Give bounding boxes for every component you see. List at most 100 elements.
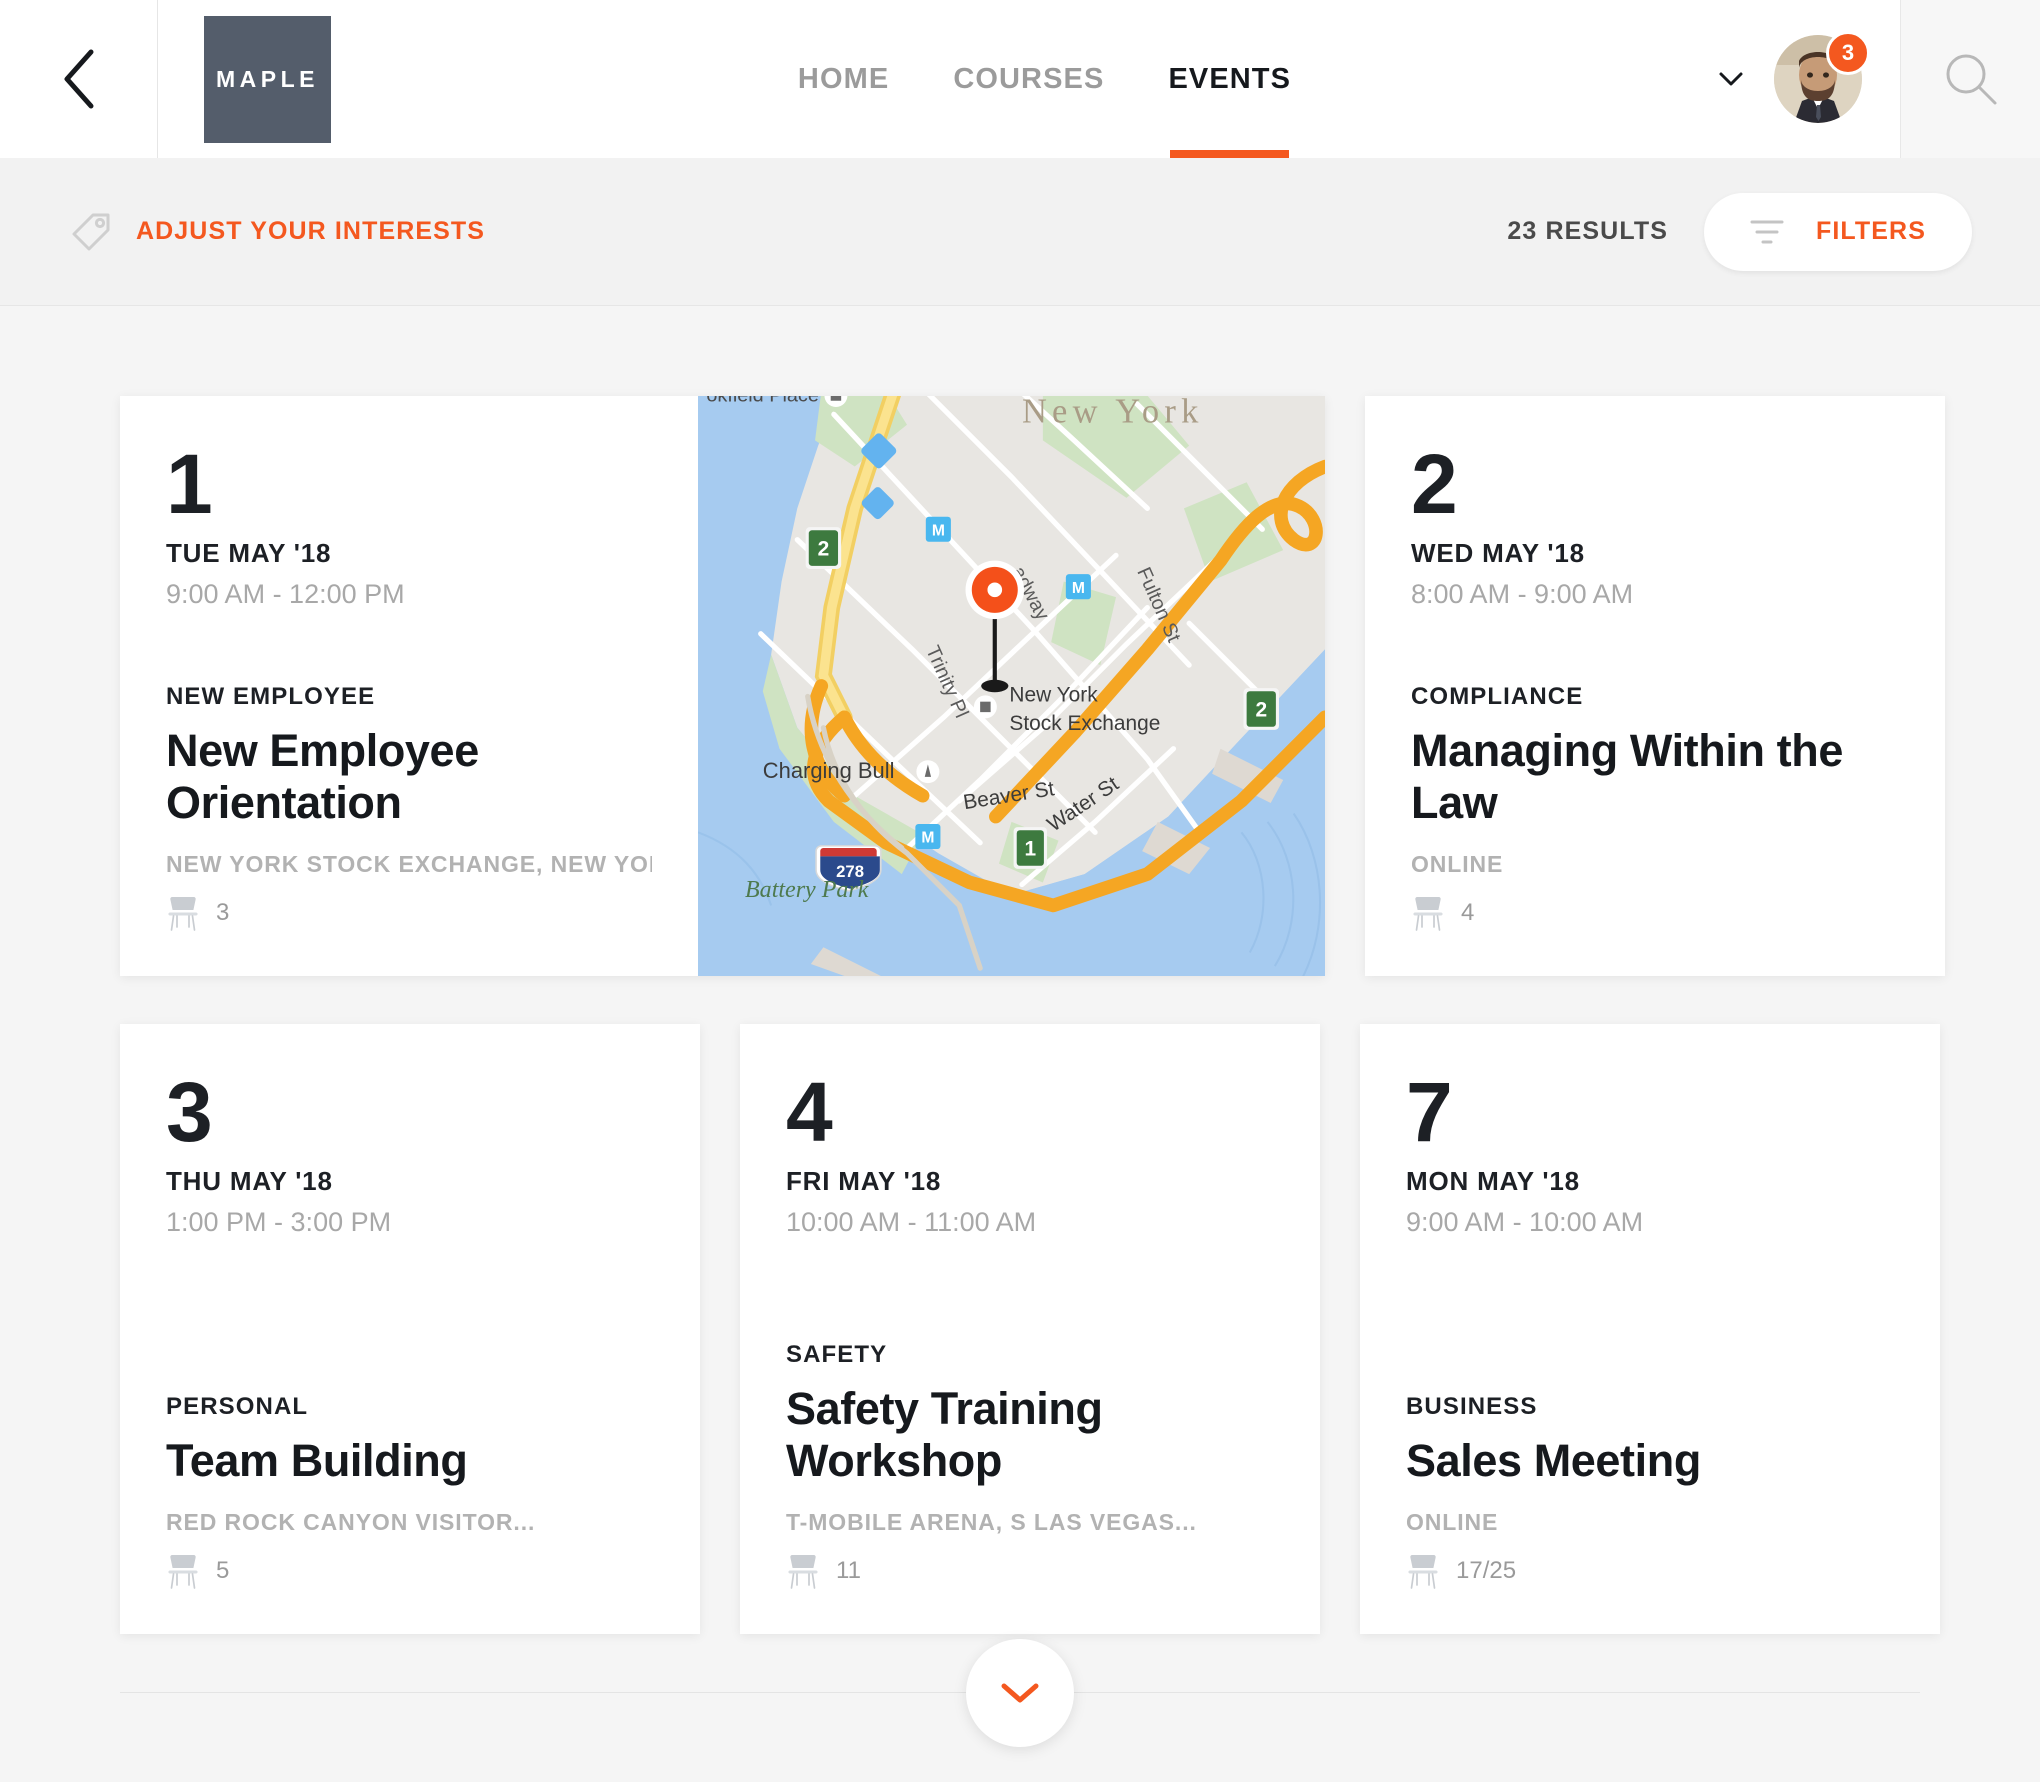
map-label-nyse-2: Stock Exchange bbox=[1009, 712, 1160, 735]
event-card-featured[interactable]: 1 TUE MAY '18 9:00 AM - 12:00 PM NEW EMP… bbox=[120, 396, 1325, 976]
event-day: 3 bbox=[166, 1065, 213, 1159]
logo-box: MAPLE bbox=[204, 15, 331, 143]
poi-marker bbox=[973, 695, 997, 719]
filter-funnel-icon bbox=[1750, 220, 1784, 243]
subway-marker: M bbox=[925, 516, 951, 542]
event-seats: 5 bbox=[166, 1552, 654, 1590]
event-card[interactable]: 7 MON MAY '18 9:00 AM - 10:00 AM BUSINES… bbox=[1360, 1024, 1940, 1634]
event-seat-count: 3 bbox=[216, 899, 230, 926]
filters-label: FILTERS bbox=[1815, 217, 1926, 245]
event-date-label: WED MAY '18 bbox=[1411, 537, 1585, 568]
event-venue: RED ROCK CANYON VISITOR... bbox=[166, 1509, 536, 1535]
event-card-body: 2 WED MAY '18 8:00 AM - 9:00 AM COMPLIAN… bbox=[1365, 396, 1945, 976]
event-card-body: 4 FRI MAY '18 10:00 AM - 11:00 AM SAFETY… bbox=[740, 1024, 1320, 1634]
events-row-2: 3 THU MAY '18 1:00 PM - 3:00 PM PERSONAL… bbox=[120, 1024, 1940, 1634]
svg-text:M: M bbox=[921, 830, 934, 847]
events-grid: 1 TUE MAY '18 9:00 AM - 12:00 PM NEW EMP… bbox=[0, 306, 2040, 1781]
nav-item-courses[interactable]: COURSES bbox=[953, 0, 1104, 158]
adjust-interests-button[interactable]: ADJUST YOUR INTERESTS bbox=[68, 209, 485, 255]
events-row-1: 1 TUE MAY '18 9:00 AM - 12:00 PM NEW EMP… bbox=[120, 396, 1945, 976]
search-icon bbox=[1946, 54, 1996, 105]
event-category: BUSINESS bbox=[1406, 1392, 1538, 1420]
event-category: NEW EMPLOYEE bbox=[166, 682, 376, 710]
event-card-body: 7 MON MAY '18 9:00 AM - 10:00 AM BUSINES… bbox=[1360, 1024, 1940, 1634]
nav-item-events[interactable]: EVENTS bbox=[1168, 0, 1291, 158]
event-day: 4 bbox=[786, 1065, 833, 1159]
event-card[interactable]: 3 THU MAY '18 1:00 PM - 3:00 PM PERSONAL… bbox=[120, 1024, 700, 1634]
event-card[interactable]: 4 FRI MAY '18 10:00 AM - 11:00 AM SAFETY… bbox=[740, 1024, 1320, 1634]
svg-text:1: 1 bbox=[1024, 837, 1036, 860]
main-nav: HOME COURSES EVENTS bbox=[331, 0, 1718, 158]
app-header: MAPLE HOME COURSES EVENTS 3 bbox=[0, 0, 2040, 158]
event-date-label: MON MAY '18 bbox=[1406, 1165, 1580, 1196]
event-title: Sales Meeting bbox=[1406, 1434, 1701, 1486]
event-venue: ONLINE bbox=[1406, 1509, 1499, 1535]
event-category: PERSONAL bbox=[166, 1392, 309, 1420]
map-label-nyse-1: New York bbox=[1009, 684, 1098, 707]
event-location-map[interactable]: 2 2 1 278 M M M New York Trinity Pl adwa… bbox=[698, 396, 1325, 976]
chair-icon bbox=[168, 897, 198, 931]
user-menu: 3 bbox=[1718, 0, 1900, 158]
event-time: 10:00 AM - 11:00 AM bbox=[786, 1206, 1037, 1237]
event-venue: T-MOBILE ARENA, S LAS VEGAS... bbox=[786, 1509, 1197, 1535]
event-date-label: THU MAY '18 bbox=[166, 1165, 333, 1196]
svg-text:2: 2 bbox=[1255, 698, 1267, 721]
event-category: COMPLIANCE bbox=[1411, 682, 1584, 710]
notification-badge: 3 bbox=[1826, 31, 1870, 75]
event-title: Managing Within the Law bbox=[1411, 724, 1843, 828]
event-seats: 17/25 bbox=[1406, 1552, 1894, 1590]
event-seat-count: 5 bbox=[216, 1557, 230, 1584]
subway-marker: M bbox=[1065, 574, 1091, 600]
route-shield-2-left: 2 bbox=[805, 527, 842, 569]
nav-item-home[interactable]: HOME bbox=[798, 0, 889, 158]
svg-text:M: M bbox=[932, 523, 945, 540]
event-card-body: 3 THU MAY '18 1:00 PM - 3:00 PM PERSONAL… bbox=[120, 1024, 700, 1634]
event-seats: 4 bbox=[1411, 894, 1899, 932]
chair-icon bbox=[1408, 1555, 1438, 1589]
event-time: 8:00 AM - 9:00 AM bbox=[1411, 578, 1634, 609]
search-button[interactable] bbox=[1900, 0, 2040, 158]
event-detail-block: BUSINESS Sales Meeting ONLINE 17/25 bbox=[1406, 1393, 1894, 1634]
event-time: 9:00 AM - 10:00 AM bbox=[1406, 1206, 1644, 1237]
event-title: Safety Training Workshop bbox=[786, 1382, 1103, 1486]
event-day: 7 bbox=[1406, 1065, 1453, 1159]
event-day: 2 bbox=[1411, 437, 1458, 531]
event-seat-count: 4 bbox=[1461, 899, 1475, 926]
results-count: 23 RESULTS bbox=[1507, 217, 1668, 245]
event-detail-block: COMPLIANCE Managing Within the Law ONLIN… bbox=[1411, 683, 1899, 976]
svg-text:M: M bbox=[1072, 580, 1085, 597]
event-time: 1:00 PM - 3:00 PM bbox=[166, 1206, 392, 1237]
chevron-left-icon bbox=[64, 49, 93, 109]
event-date-label: FRI MAY '18 bbox=[786, 1165, 942, 1196]
chair-icon bbox=[788, 1555, 818, 1589]
filter-bar-right: 23 RESULTS FILTERS bbox=[1507, 192, 1972, 271]
event-detail-block: NEW EMPLOYEE New Employee Orientation NE… bbox=[166, 683, 652, 976]
event-seat-count: 11 bbox=[836, 1557, 861, 1584]
load-more-button[interactable] bbox=[966, 1639, 1074, 1747]
filters-button[interactable]: FILTERS bbox=[1704, 192, 1972, 271]
event-detail-block: SAFETY Safety Training Workshop T-MOBILE… bbox=[786, 1341, 1274, 1634]
chevron-down-icon[interactable] bbox=[1718, 71, 1744, 87]
event-card[interactable]: 2 WED MAY '18 8:00 AM - 9:00 AM COMPLIAN… bbox=[1365, 396, 1945, 976]
map-label-charging-bull: Charging Bull bbox=[763, 758, 895, 783]
route-shield-1: 1 bbox=[1013, 827, 1048, 869]
avatar[interactable]: 3 bbox=[1774, 31, 1870, 123]
poi-marker bbox=[916, 760, 940, 784]
event-time: 9:00 AM - 12:00 PM bbox=[166, 578, 405, 609]
route-shield-2-right: 2 bbox=[1243, 688, 1280, 730]
chair-icon bbox=[1413, 897, 1443, 931]
map-label-city: New York bbox=[1022, 396, 1204, 431]
event-seats: 3 bbox=[166, 894, 652, 932]
filter-bar: ADJUST YOUR INTERESTS 23 RESULTS FILTERS bbox=[0, 158, 2040, 306]
logo-text: MAPLE bbox=[216, 65, 319, 92]
map-label-brookfield: okfield Place bbox=[706, 396, 819, 407]
event-venue: ONLINE bbox=[1411, 851, 1504, 877]
brand-logo[interactable]: MAPLE bbox=[158, 0, 331, 158]
event-date-label: TUE MAY '18 bbox=[166, 537, 332, 568]
event-title: New Employee Orientation bbox=[166, 724, 479, 828]
map-canvas: 2 2 1 278 M M M New York Trinity Pl adwa… bbox=[698, 396, 1325, 976]
chevron-down-icon bbox=[1001, 1683, 1039, 1703]
event-day: 1 bbox=[166, 437, 213, 531]
svg-text:2: 2 bbox=[818, 537, 830, 560]
back-button[interactable] bbox=[0, 0, 158, 158]
